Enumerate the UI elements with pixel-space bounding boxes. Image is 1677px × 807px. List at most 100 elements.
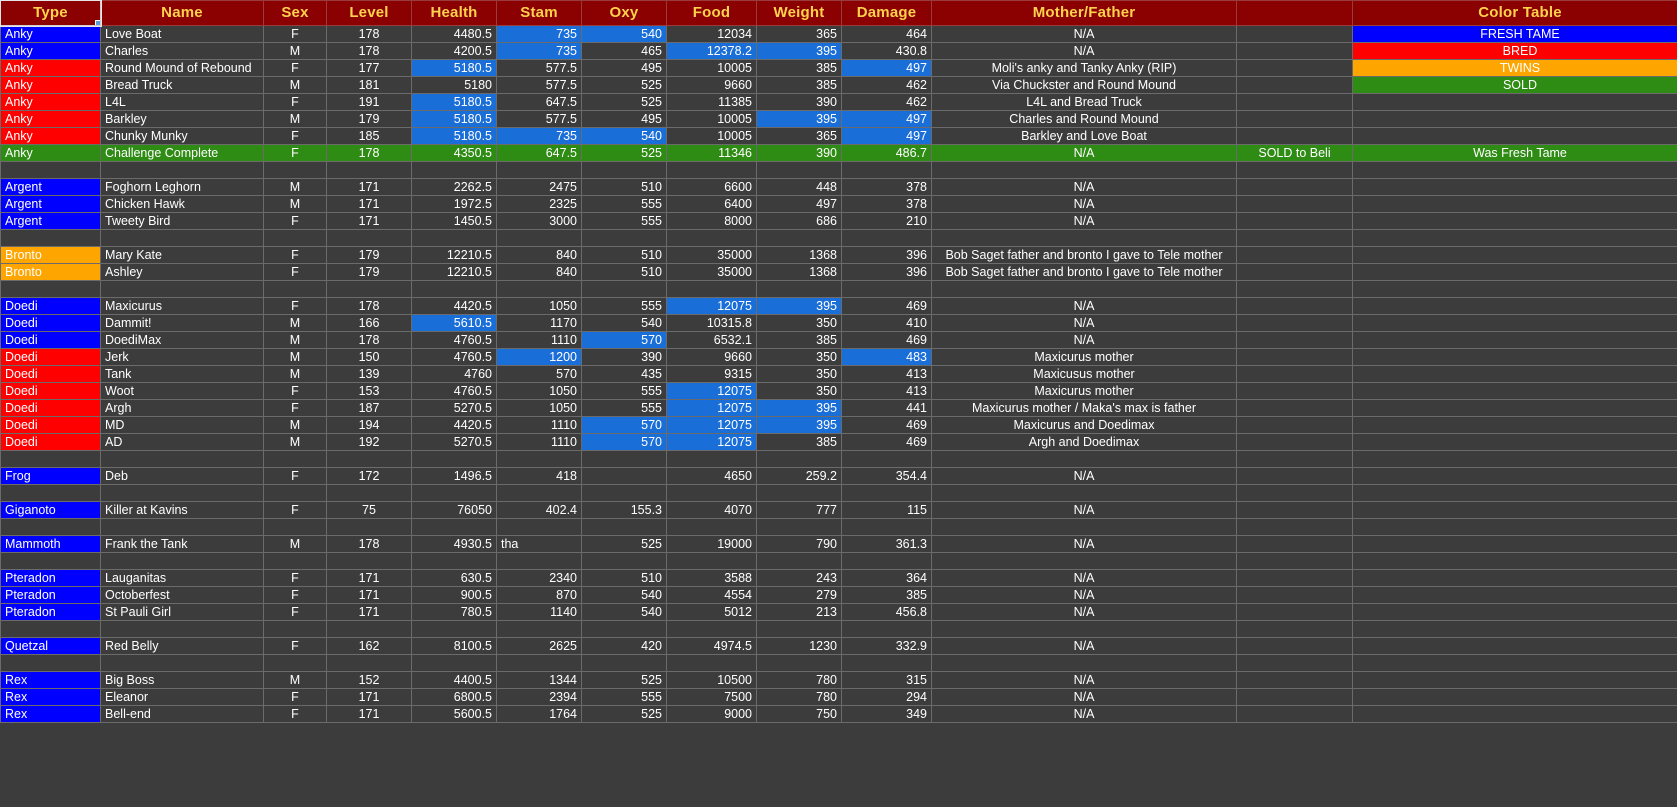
- cell-damage[interactable]: 364: [841, 569, 932, 587]
- cell-level[interactable]: 178: [326, 144, 412, 162]
- cell-name[interactable]: Mary Kate: [100, 246, 264, 264]
- cell-weight[interactable]: 497: [756, 195, 842, 213]
- cell-stam[interactable]: 2394: [496, 688, 582, 706]
- cell-weight[interactable]: 790: [756, 535, 842, 553]
- cell-name[interactable]: Eleanor: [100, 688, 264, 706]
- cell-weight[interactable]: 385: [756, 76, 842, 94]
- cell-note[interactable]: [1236, 399, 1353, 417]
- empty-cell[interactable]: [326, 552, 412, 570]
- column-header-note[interactable]: [1236, 0, 1353, 26]
- cell-note[interactable]: [1236, 93, 1353, 111]
- cell-mother-father[interactable]: N/A: [931, 671, 1237, 689]
- empty-cell[interactable]: [411, 654, 497, 672]
- empty-cell[interactable]: [1236, 552, 1353, 570]
- empty-cell[interactable]: [411, 229, 497, 247]
- cell-health[interactable]: 1496.5: [411, 467, 497, 485]
- empty-cell[interactable]: [841, 620, 932, 638]
- cell-sex[interactable]: F: [263, 25, 327, 43]
- cell-note[interactable]: [1236, 382, 1353, 400]
- cell-color-table[interactable]: [1352, 399, 1677, 417]
- cell-food[interactable]: 12034: [666, 25, 757, 43]
- cell-color-table[interactable]: [1352, 688, 1677, 706]
- empty-cell[interactable]: [0, 654, 101, 672]
- empty-cell[interactable]: [931, 518, 1237, 536]
- cell-color-table[interactable]: [1352, 110, 1677, 128]
- empty-cell[interactable]: [100, 620, 264, 638]
- cell-health[interactable]: 1972.5: [411, 195, 497, 213]
- cell-color-table[interactable]: [1352, 365, 1677, 383]
- cell-stam[interactable]: 418: [496, 467, 582, 485]
- column-header-sex[interactable]: Sex: [263, 0, 327, 26]
- empty-cell[interactable]: [100, 229, 264, 247]
- empty-cell[interactable]: [100, 654, 264, 672]
- cell-sex[interactable]: F: [263, 637, 327, 655]
- cell-oxy[interactable]: 495: [581, 59, 667, 77]
- cell-color-table[interactable]: [1352, 705, 1677, 723]
- cell-mother-father[interactable]: N/A: [931, 25, 1237, 43]
- cell-mother-father[interactable]: N/A: [931, 144, 1237, 162]
- cell-damage[interactable]: 378: [841, 195, 932, 213]
- cell-stam[interactable]: 2625: [496, 637, 582, 655]
- empty-cell[interactable]: [0, 552, 101, 570]
- cell-mother-father[interactable]: N/A: [931, 331, 1237, 349]
- cell-type[interactable]: Doedi: [0, 382, 101, 400]
- cell-weight[interactable]: 385: [756, 433, 842, 451]
- cell-weight[interactable]: 780: [756, 688, 842, 706]
- cell-health[interactable]: 4400.5: [411, 671, 497, 689]
- cell-damage[interactable]: 396: [841, 263, 932, 281]
- cell-mother-father[interactable]: L4L and Bread Truck: [931, 93, 1237, 111]
- cell-oxy[interactable]: 570: [581, 331, 667, 349]
- cell-stam[interactable]: 735: [496, 42, 582, 60]
- cell-weight[interactable]: 686: [756, 212, 842, 230]
- cell-food[interactable]: 10005: [666, 110, 757, 128]
- cell-oxy[interactable]: 510: [581, 246, 667, 264]
- cell-stam[interactable]: 3000: [496, 212, 582, 230]
- column-header-health[interactable]: Health: [411, 0, 497, 26]
- empty-cell[interactable]: [841, 161, 932, 179]
- cell-name[interactable]: Woot: [100, 382, 264, 400]
- cell-name[interactable]: Charles: [100, 42, 264, 60]
- empty-cell[interactable]: [100, 484, 264, 502]
- cell-color-table[interactable]: [1352, 569, 1677, 587]
- empty-cell[interactable]: [326, 280, 412, 298]
- cell-food[interactable]: 12075: [666, 297, 757, 315]
- empty-cell[interactable]: [0, 161, 101, 179]
- cell-sex[interactable]: F: [263, 59, 327, 77]
- cell-color-table[interactable]: [1352, 603, 1677, 621]
- cell-note[interactable]: [1236, 178, 1353, 196]
- cell-food[interactable]: 12075: [666, 416, 757, 434]
- cell-mother-father[interactable]: N/A: [931, 535, 1237, 553]
- empty-cell[interactable]: [1352, 280, 1677, 298]
- cell-sex[interactable]: M: [263, 416, 327, 434]
- cell-color-table[interactable]: [1352, 212, 1677, 230]
- cell-note[interactable]: [1236, 569, 1353, 587]
- cell-color-table[interactable]: [1352, 331, 1677, 349]
- cell-stam[interactable]: 647.5: [496, 144, 582, 162]
- cell-color-table[interactable]: [1352, 433, 1677, 451]
- cell-food[interactable]: 10500: [666, 671, 757, 689]
- cell-food[interactable]: 9660: [666, 76, 757, 94]
- empty-cell[interactable]: [931, 654, 1237, 672]
- cell-health[interactable]: 4760: [411, 365, 497, 383]
- cell-oxy[interactable]: 540: [581, 314, 667, 332]
- cell-level[interactable]: 162: [326, 637, 412, 655]
- empty-cell[interactable]: [1352, 450, 1677, 468]
- cell-health[interactable]: 4760.5: [411, 348, 497, 366]
- cell-type[interactable]: Doedi: [0, 331, 101, 349]
- empty-cell[interactable]: [1352, 620, 1677, 638]
- cell-stam[interactable]: 577.5: [496, 110, 582, 128]
- empty-cell[interactable]: [841, 654, 932, 672]
- cell-oxy[interactable]: 525: [581, 705, 667, 723]
- cell-mother-father[interactable]: Maxicurus mother / Maka's max is father: [931, 399, 1237, 417]
- cell-stam[interactable]: 647.5: [496, 93, 582, 111]
- cell-level[interactable]: 178: [326, 535, 412, 553]
- cell-damage[interactable]: 469: [841, 331, 932, 349]
- empty-cell[interactable]: [1236, 518, 1353, 536]
- cell-damage[interactable]: 354.4: [841, 467, 932, 485]
- cell-mother-father[interactable]: N/A: [931, 212, 1237, 230]
- cell-name[interactable]: Love Boat: [100, 25, 264, 43]
- cell-food[interactable]: 3588: [666, 569, 757, 587]
- cell-type[interactable]: Doedi: [0, 399, 101, 417]
- cell-health[interactable]: 12210.5: [411, 263, 497, 281]
- cell-color-table[interactable]: Was Fresh Tame: [1352, 144, 1677, 162]
